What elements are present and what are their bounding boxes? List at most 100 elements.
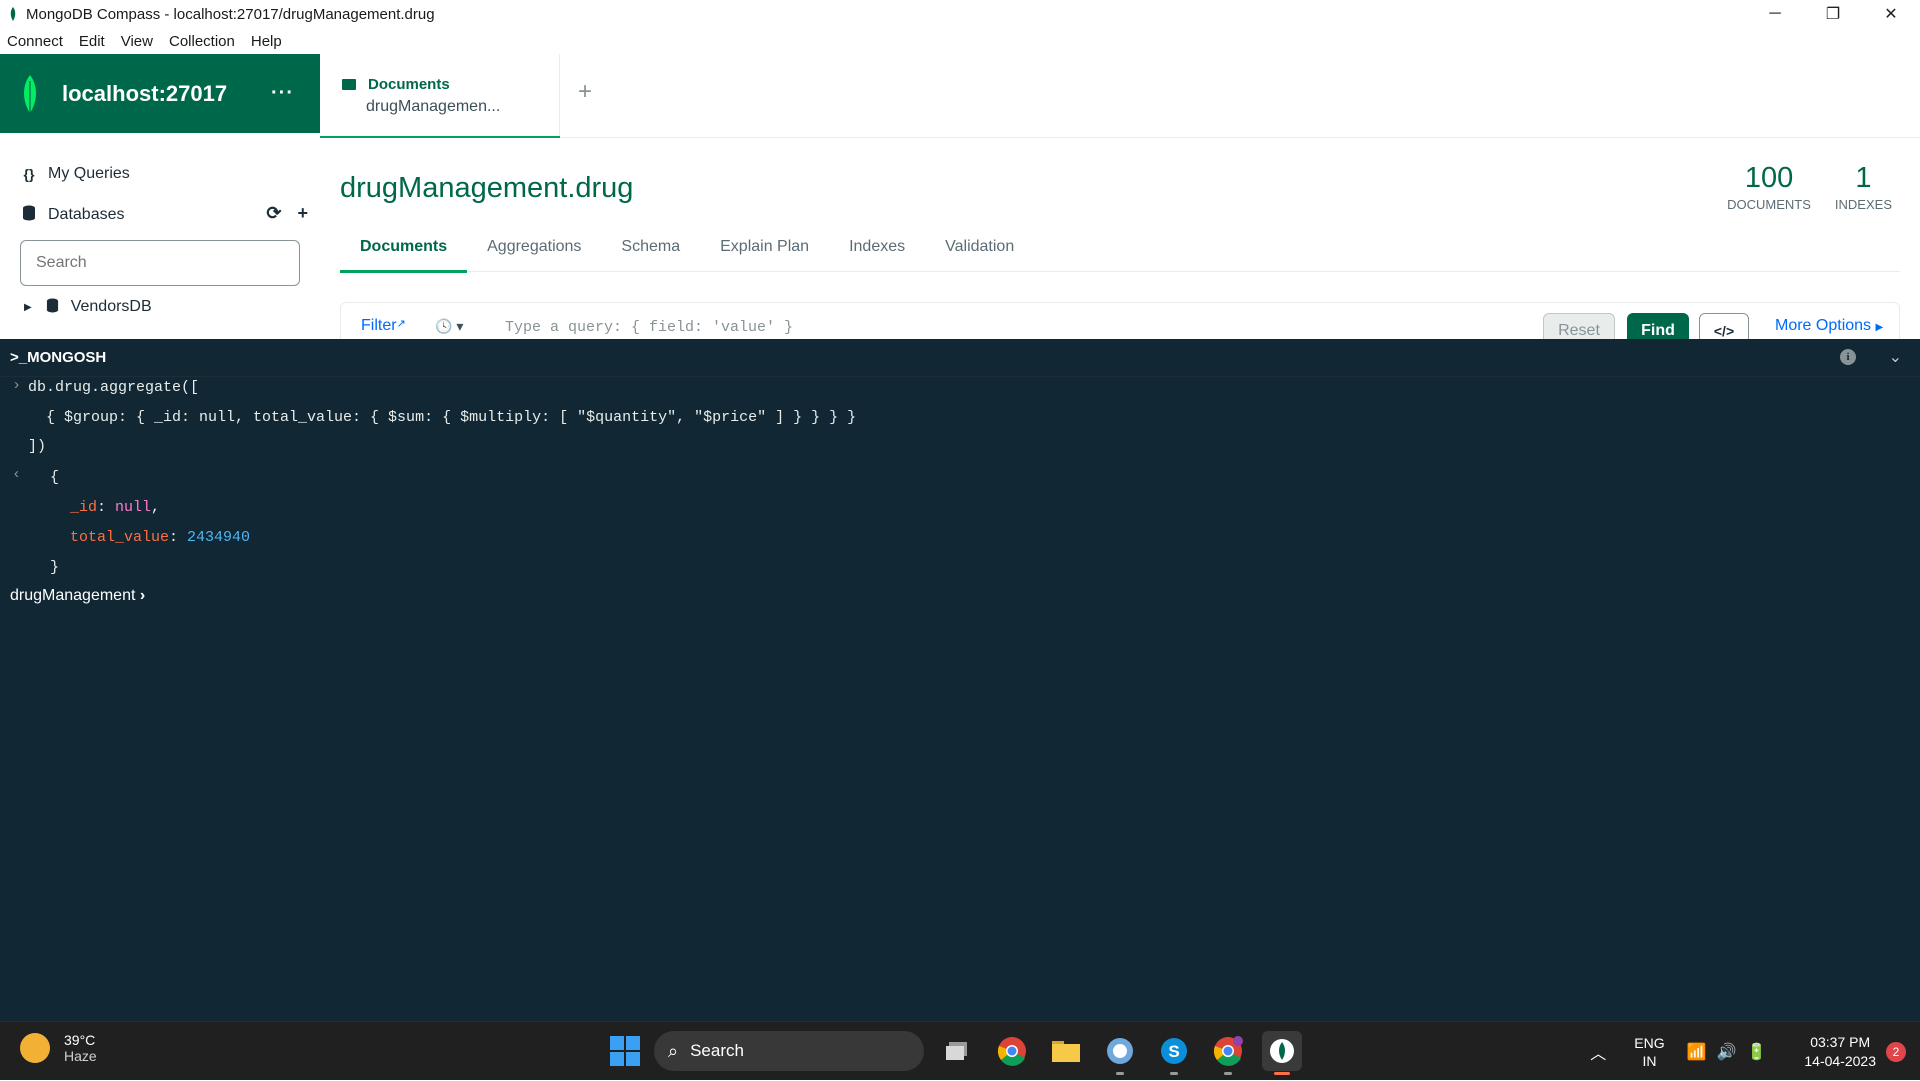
- query-history-icon[interactable]: 🕓 ▾: [435, 318, 463, 335]
- close-button[interactable]: ✕: [1862, 0, 1920, 28]
- info-icon[interactable]: i: [1840, 349, 1856, 365]
- input-chevron-icon: ›: [12, 377, 22, 394]
- refresh-icon[interactable]: ⟳: [266, 203, 281, 224]
- search-icon: ⌕: [668, 1040, 679, 1061]
- running-indicator: [1224, 1072, 1232, 1075]
- region-code: IN: [1642, 1052, 1657, 1069]
- mongosh-header: >_MONGOSH i ⌄: [0, 339, 1920, 377]
- shell-command-line: ]): [28, 438, 47, 455]
- language-code: ENG: [1634, 1034, 1665, 1051]
- sidebar-item-label: My Queries: [48, 165, 130, 182]
- taskbar-search[interactable]: ⌕ Search: [654, 1031, 924, 1071]
- workspace-tabs: Documents drugManagemen... +: [320, 54, 1920, 139]
- sidebar-item-my-queries[interactable]: {} My Queries: [20, 165, 130, 183]
- menu-bar: Connect Edit View Collection Help: [0, 28, 1920, 54]
- shell-command-line: { $group: { _id: null, total_value: { $s…: [28, 409, 857, 426]
- collection-name: drug: [575, 172, 634, 204]
- running-indicator: [1170, 1072, 1178, 1075]
- connection-header: localhost:27017 ···: [0, 54, 320, 133]
- taskbar-search-label: Search: [690, 1041, 744, 1060]
- running-indicator: [1116, 1072, 1124, 1075]
- external-link-icon: ↗: [396, 318, 406, 330]
- svg-text:S: S: [1168, 1042, 1179, 1061]
- prompt-db: drugManagement: [10, 587, 136, 604]
- sidebar-item-databases[interactable]: Databases: [20, 205, 125, 224]
- date: 14-04-2023: [1804, 1052, 1876, 1069]
- indexes-label: INDEXES: [1834, 197, 1892, 212]
- query-input[interactable]: Type a query: { field: 'value' }: [505, 319, 793, 336]
- wifi-volume-battery-icons[interactable]: 📶🔊🔋: [1687, 1042, 1777, 1062]
- output-value: null: [115, 499, 152, 516]
- more-icon[interactable]: ···: [271, 82, 294, 105]
- sidebar: {} My Queries Databases ⟳ + ▶ VendorsDB: [0, 133, 320, 339]
- collection-subtabs: Documents Aggregations Schema Explain Pl…: [340, 232, 1900, 273]
- documents-count: 100: [1744, 162, 1794, 194]
- sidebar-item-vendorsdb[interactable]: ▶ VendorsDB: [24, 298, 152, 316]
- menu-connect[interactable]: Connect: [7, 33, 63, 50]
- shell-output-line: total_value: 2434940: [70, 529, 251, 546]
- indexes-count: 1: [1855, 162, 1872, 194]
- temperature: 39°C: [64, 1032, 96, 1048]
- task-view-icon[interactable]: [938, 1031, 978, 1071]
- menu-edit[interactable]: Edit: [79, 33, 105, 50]
- tab-schema[interactable]: Schema: [601, 232, 700, 272]
- filter-link[interactable]: Filter↗: [361, 317, 406, 335]
- shell-command-line: db.drug.aggregate([: [28, 379, 200, 396]
- caret-right-icon[interactable]: ▶: [24, 302, 32, 313]
- weather-text: 39°C Haze: [64, 1032, 97, 1064]
- more-options-button[interactable]: More Options ▶: [1775, 317, 1883, 335]
- shell-output-line: {: [50, 469, 60, 486]
- output-chevron-icon: ‹: [12, 466, 22, 483]
- window-title: MongoDB Compass - localhost:27017/drugMa…: [26, 5, 435, 23]
- clock[interactable]: 03:37 PM 14-04-2023: [1804, 1033, 1876, 1071]
- database-icon: [46, 298, 59, 316]
- documents-label: DOCUMENTS: [1727, 197, 1811, 212]
- restore-button[interactable]: ❐: [1804, 0, 1862, 28]
- notification-badge[interactable]: 2: [1886, 1041, 1906, 1062]
- language-indicator[interactable]: ENG IN: [1634, 1034, 1664, 1070]
- chevron-up-icon[interactable]: ︿: [1590, 1040, 1606, 1064]
- active-indicator: [1274, 1072, 1290, 1075]
- collection-title: drugManagement.drug: [340, 172, 633, 205]
- folder-icon: [342, 79, 356, 90]
- filter-label: Filter: [361, 317, 397, 334]
- mongodb-leaf-icon: [10, 7, 16, 21]
- windows-start-icon[interactable]: [610, 1036, 640, 1066]
- menu-collection[interactable]: Collection: [169, 33, 235, 50]
- add-tab-button[interactable]: +: [578, 78, 592, 106]
- tab-aggregations[interactable]: Aggregations: [467, 232, 601, 272]
- menu-view[interactable]: View: [121, 33, 153, 50]
- minimize-button[interactable]: ─: [1746, 0, 1804, 28]
- connection-host[interactable]: localhost:27017: [62, 81, 271, 107]
- tab-documents[interactable]: Documents: [340, 232, 468, 273]
- weather-condition: Haze: [64, 1048, 97, 1064]
- menu-help[interactable]: Help: [251, 33, 282, 50]
- caret-right-icon: ▶: [1875, 322, 1884, 333]
- file-explorer-icon[interactable]: [1046, 1031, 1086, 1071]
- skype-icon[interactable]: S: [1154, 1031, 1194, 1075]
- indexes-stat: 1 INDEXES: [1835, 162, 1892, 212]
- sidebar-item-label: Databases: [48, 205, 125, 223]
- database-name[interactable]: drugManagement: [340, 172, 567, 204]
- system-tray: ︿ ENG IN 📶🔊🔋 03:37 PM 14-04-2023 2: [1590, 1022, 1920, 1081]
- shell-output-line: }: [50, 559, 60, 576]
- mongodb-compass-icon[interactable]: [1262, 1031, 1302, 1075]
- tab-explain-plan[interactable]: Explain Plan: [700, 232, 829, 272]
- mongosh-panel: >_MONGOSH i ⌄ › db.drug.aggregate([ { $g…: [0, 339, 1920, 1021]
- weather-widget[interactable]: 39°C Haze: [20, 1032, 97, 1064]
- shell-prompt[interactable]: drugManagement ›: [10, 587, 145, 605]
- plus-icon[interactable]: +: [297, 203, 308, 224]
- taskbar: 39°C Haze ⌕ Search S ︿ ENG IN 📶🔊🔋 03:37 …: [0, 1021, 1920, 1080]
- tab-documents[interactable]: Documents drugManagemen...: [320, 54, 560, 139]
- collection-stats: 100 DOCUMENTS 1 INDEXES: [1727, 162, 1892, 212]
- mongosh-title[interactable]: >_MONGOSH: [10, 349, 106, 366]
- chevron-down-icon[interactable]: ⌄: [1889, 347, 1902, 367]
- sidebar-search-input[interactable]: [20, 240, 300, 286]
- chrome-profile-icon[interactable]: [1208, 1031, 1248, 1075]
- app-icon[interactable]: [1100, 1031, 1140, 1075]
- braces-icon: {}: [23, 166, 35, 182]
- tab-indexes[interactable]: Indexes: [829, 232, 925, 272]
- chrome-icon[interactable]: [992, 1031, 1032, 1071]
- more-options-label: More Options: [1775, 317, 1872, 334]
- tab-validation[interactable]: Validation: [925, 232, 1034, 272]
